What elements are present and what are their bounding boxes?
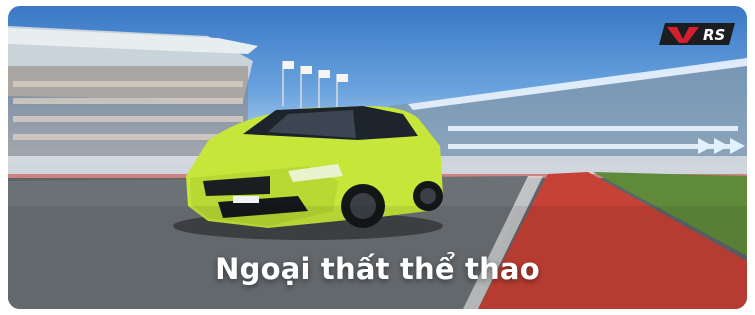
svg-text:RS: RS <box>703 26 725 44</box>
banner-title: Ngoại thất thể thao <box>215 252 540 286</box>
rs-badge-logo: RS <box>659 23 735 45</box>
promo-banner-card[interactable]: RS Ngoại thất thể thao <box>8 6 747 309</box>
